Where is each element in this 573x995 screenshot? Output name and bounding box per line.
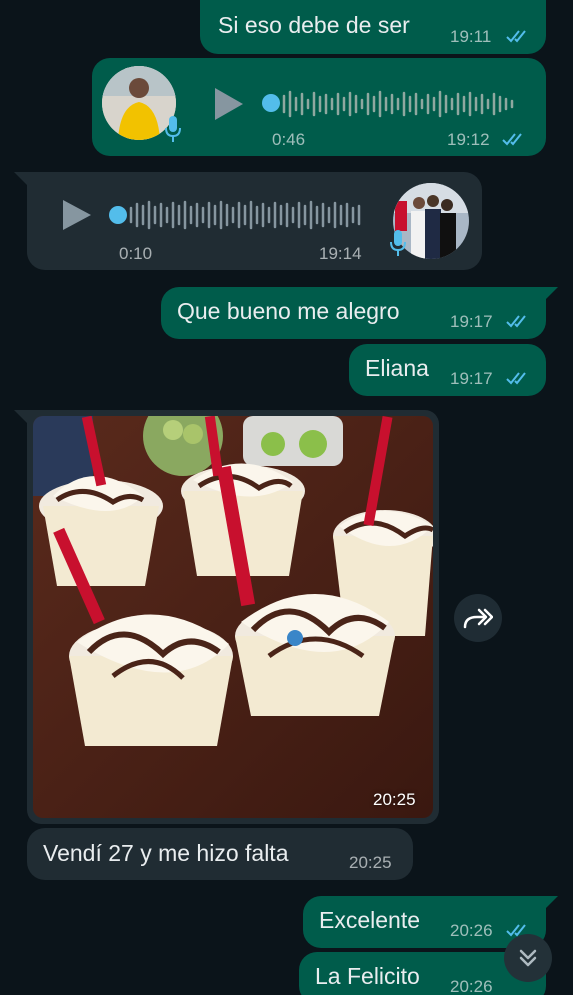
bubble-tail — [544, 287, 558, 301]
message-bubble-incoming[interactable]: Vendí 27 y me hizo falta 20:25 — [27, 828, 413, 880]
mic-icon — [390, 230, 406, 256]
message-bubble-outgoing[interactable]: Eliana 19:17 — [349, 344, 546, 396]
message-text: Vendí 27 y me hizo falta — [43, 840, 289, 866]
waveform[interactable] — [127, 198, 367, 232]
forward-icon — [463, 608, 493, 629]
message-text: La Felicito — [315, 963, 420, 989]
message-text: Que bueno me alegro — [177, 298, 400, 324]
message-time: 19:11 — [450, 27, 492, 46]
message-time: 20:25 — [373, 790, 416, 809]
photo[interactable] — [33, 416, 433, 818]
voice-message-outgoing[interactable]: 0:46 19:12 — [92, 58, 546, 156]
message-time: 20:26 — [450, 921, 493, 940]
forward-button[interactable] — [454, 594, 502, 642]
read-ticks-icon — [506, 30, 526, 43]
message-time: 20:26 — [450, 977, 493, 995]
message-bubble-outgoing[interactable]: Excelente 20:26 — [303, 896, 546, 948]
bubble-tail — [14, 410, 28, 424]
bubble-tail — [14, 172, 28, 186]
message-bubble-outgoing[interactable]: Que bueno me alegro 19:17 — [161, 287, 546, 339]
scroll-to-bottom-button[interactable] — [504, 934, 552, 982]
mic-icon — [165, 116, 181, 142]
playback-position-dot[interactable] — [262, 94, 280, 112]
message-text: Si eso debe de ser — [218, 12, 410, 38]
read-ticks-icon — [502, 133, 522, 146]
message-bubble-outgoing[interactable]: Si eso debe de ser 19:11 — [200, 0, 546, 54]
message-text: Excelente — [319, 907, 421, 933]
message-time: 19:17 — [450, 369, 493, 388]
double-chevron-down-icon — [519, 949, 537, 967]
bubble-tail — [544, 896, 558, 910]
voice-message-incoming[interactable]: 0:10 19:14 — [27, 172, 482, 270]
message-time: 20:25 — [349, 853, 392, 872]
read-ticks-icon — [506, 315, 526, 328]
message-text: Eliana — [365, 355, 429, 381]
image-message-incoming[interactable]: 20:25 — [27, 410, 439, 824]
message-time: 19:17 — [450, 312, 493, 331]
playback-position-dot[interactable] — [109, 206, 127, 224]
read-ticks-icon — [506, 372, 526, 385]
voice-duration: 0:10 — [119, 244, 153, 263]
voice-duration: 0:46 — [272, 130, 306, 149]
message-time: 19:12 — [447, 130, 490, 149]
waveform[interactable] — [280, 88, 520, 120]
message-time: 19:14 — [319, 244, 362, 263]
play-icon[interactable] — [212, 86, 246, 122]
play-icon[interactable] — [61, 198, 93, 232]
